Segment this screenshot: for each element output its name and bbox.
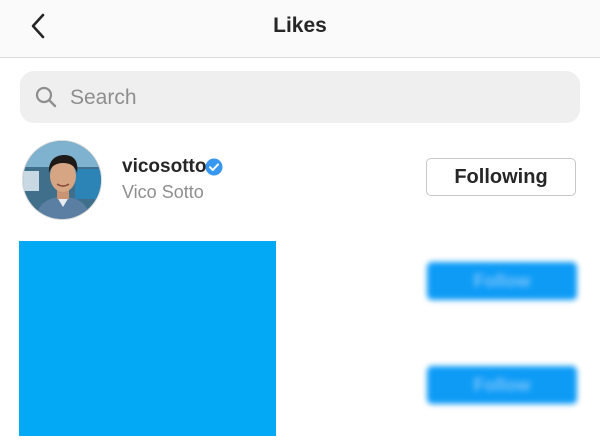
- page-title: Likes: [273, 14, 327, 37]
- list-item[interactable]: vicosotto Vico Sotto Following: [0, 138, 600, 222]
- top-bar: Likes: [0, 0, 600, 58]
- follow-button[interactable]: Follow: [427, 262, 577, 300]
- verified-badge-icon: [205, 158, 223, 176]
- search-bar[interactable]: [20, 71, 580, 123]
- redacted-area: [19, 241, 276, 436]
- avatar-photo: [23, 141, 101, 219]
- search-icon: [35, 86, 57, 108]
- full-name: Vico Sotto: [122, 182, 204, 202]
- follow-button[interactable]: Follow: [427, 366, 577, 404]
- following-button[interactable]: Following: [426, 158, 576, 196]
- search-input[interactable]: [68, 81, 552, 115]
- username[interactable]: vicosotto: [122, 156, 206, 178]
- avatar[interactable]: [22, 140, 102, 220]
